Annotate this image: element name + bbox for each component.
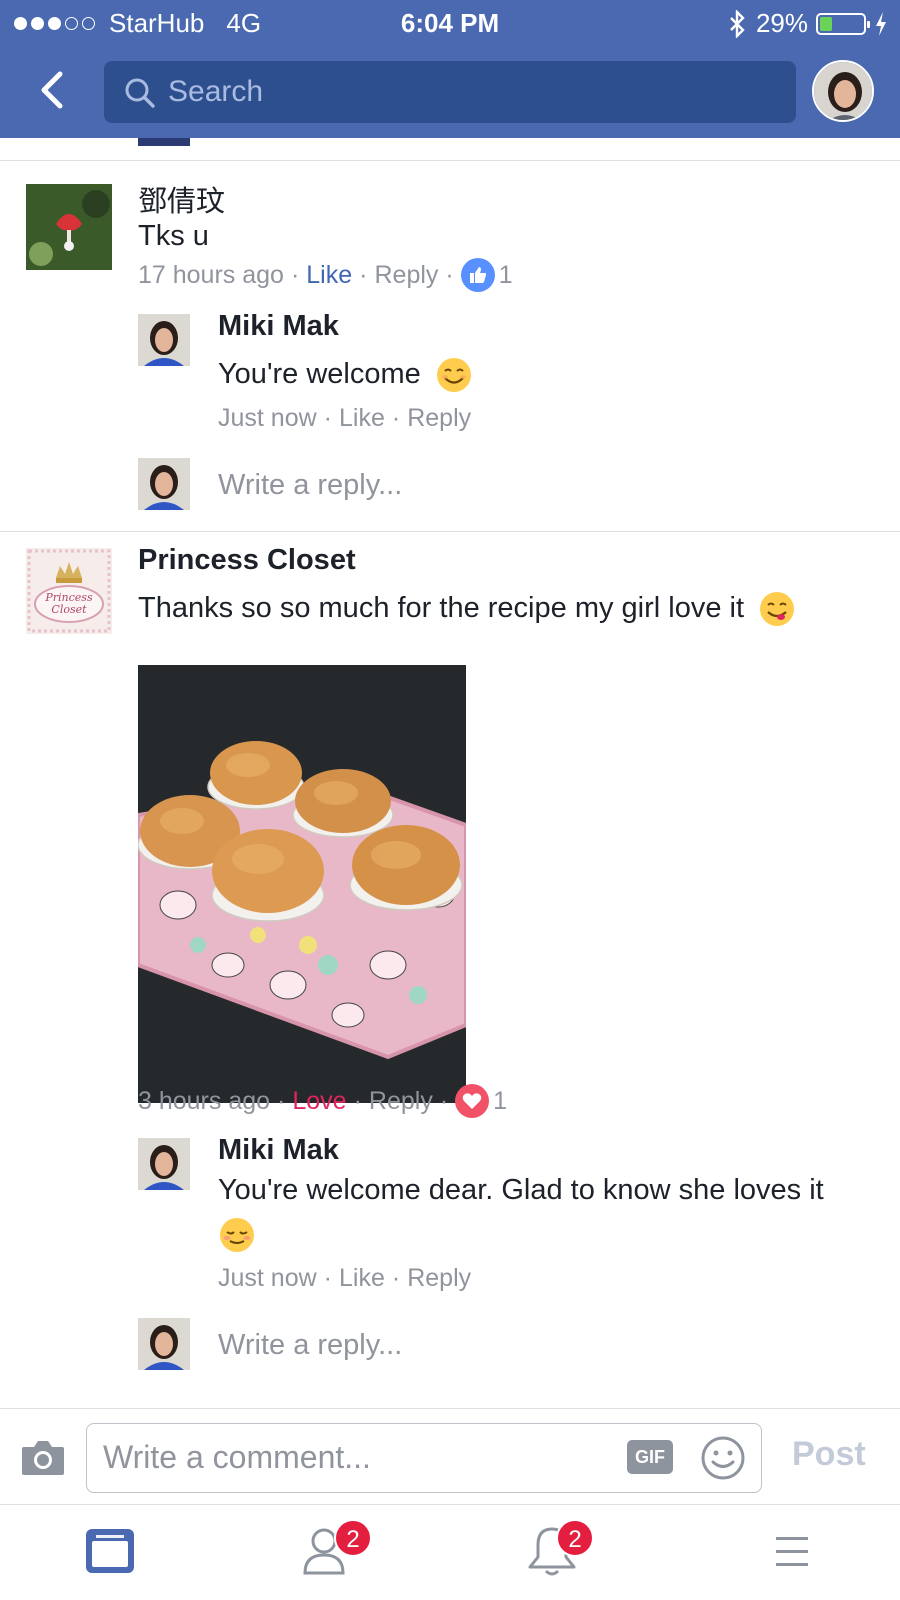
write-reply-input[interactable] [218,1324,818,1366]
status-bar: StarHub 4G 6:04 PM 29% [0,0,900,46]
avatar [138,1318,190,1370]
logo-lettering: Princess Closet [45,591,93,616]
reply-author[interactable]: Miki Mak [218,1134,339,1167]
tab-menu[interactable] [764,1523,824,1583]
reply-actions: Just now · Like · Reply [218,404,472,433]
back-arrow-icon[interactable] [32,68,76,112]
hamburger-menu-icon [776,1537,808,1566]
yum-emoji-icon [760,592,795,627]
divider [0,160,900,161]
avatar [138,458,190,510]
post-button[interactable]: Post [792,1435,866,1474]
reply-button[interactable]: Reply [407,1264,471,1293]
comment-thread: 鄧倩玟 Tks u 17 hours ago · Like · Reply · … [0,138,900,1408]
comment-actions: 17 hours ago · Like · Reply · 1 [138,258,513,292]
reaction-count[interactable]: 1 [493,1087,507,1116]
comment-author[interactable]: Princess Closet [138,544,356,577]
comment-text: Tks u [138,220,209,252]
charging-bolt-icon [876,11,886,36]
reply-author[interactable]: Miki Mak [218,310,339,343]
divider [0,531,900,532]
thumbs-up-icon[interactable] [460,258,495,292]
search-bar[interactable] [104,61,796,123]
search-icon [125,78,155,108]
comment-actions: 3 hours ago · Love · Reply · 1 [138,1084,507,1118]
battery-percentage: 29% [755,8,808,38]
smiling-emoji-icon [436,358,471,393]
reply-actions: Just now · Like · Reply [218,1264,472,1293]
reply-text-content: You're welcome [218,358,421,390]
camera-icon[interactable] [20,1437,66,1477]
tab-notifications[interactable]: 2 [524,1519,594,1583]
avatar[interactable] [138,1138,190,1190]
reply-button[interactable]: Reply [369,1087,433,1116]
like-button[interactable]: Like [339,1264,385,1293]
love-button[interactable]: Love [292,1087,346,1116]
bluetooth-icon [730,9,745,38]
comment-input[interactable] [103,1424,583,1490]
reply-text-content: You're welcome dear. Glad to know she lo… [218,1174,824,1206]
reply-button[interactable]: Reply [407,404,471,433]
reply-text: You're welcome dear. Glad to know she lo… [218,1168,878,1256]
reply-button[interactable]: Reply [374,261,438,290]
battery-icon [816,12,870,35]
tab-news-feed[interactable] [82,1523,142,1583]
gif-button[interactable]: GIF [627,1440,673,1474]
comment-timestamp: 17 hours ago [138,260,284,289]
top-navigation-bar: StarHub 4G 6:04 PM 29% [0,0,900,138]
reply-timestamp: Just now [218,1264,317,1292]
notifications-badge: 2 [556,1519,594,1557]
comment-field[interactable]: GIF [86,1423,762,1493]
comment-text-content: Thanks so so much for the recipe my girl… [138,592,745,624]
search-input[interactable] [168,61,768,123]
heart-icon[interactable] [455,1084,490,1118]
reply-text: You're welcome [218,352,473,396]
write-reply-input[interactable] [218,464,818,506]
reply-timestamp: Just now [218,404,317,432]
comment-photo-cupcakes[interactable] [138,665,466,1103]
comment-text: Thanks so so much for the recipe my girl… [138,586,878,630]
profile-avatar[interactable] [812,60,874,122]
tab-friend-requests[interactable]: 2 [302,1519,372,1583]
sticker-icon[interactable] [699,1434,747,1482]
avatar [138,138,190,146]
page-logo[interactable]: Princess Closet [26,548,112,634]
comment-timestamp: 3 hours ago [138,1086,271,1115]
like-button[interactable]: Like [306,261,352,290]
like-button[interactable]: Like [339,404,385,433]
avatar[interactable] [26,184,112,270]
avatar[interactable] [138,314,190,366]
relieved-emoji-icon [220,1218,254,1253]
bottom-tab-bar: 2 2 [0,1504,900,1600]
news-feed-icon [86,1529,134,1573]
friend-requests-badge: 2 [334,1519,372,1557]
reaction-count[interactable]: 1 [499,261,513,290]
comment-composer: GIF Post [0,1408,900,1504]
